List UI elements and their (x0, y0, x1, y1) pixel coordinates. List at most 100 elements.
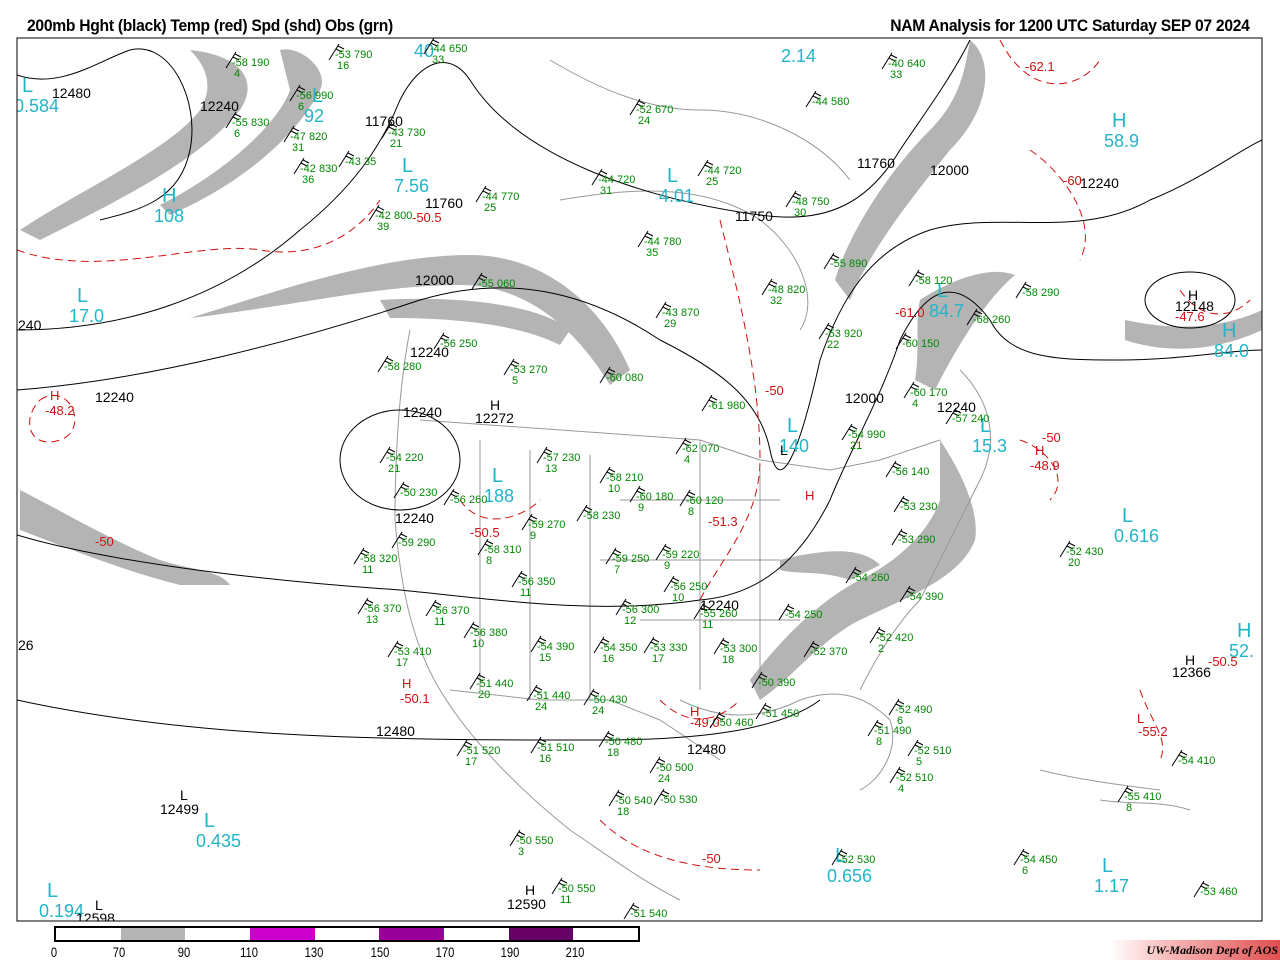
pressure-center-letter: H (1222, 320, 1236, 342)
legend-tick: 70 (112, 944, 126, 960)
station-obs-value: -60 150 (902, 338, 939, 350)
station-obs-dewpoint: 33 (432, 54, 444, 66)
pressure-center-value: 188 (484, 486, 514, 506)
legend-bin (444, 928, 509, 940)
legend-tick: 90 (177, 944, 191, 960)
station-obs-value: -55 890 (830, 258, 867, 270)
height-center-letter: L (180, 787, 188, 803)
height-label: 11760 (425, 195, 463, 211)
pressure-center-letter: L (492, 465, 503, 487)
pressure-center-value: 84.0 (1214, 341, 1249, 361)
height-label: 12480 (376, 723, 415, 739)
station-obs-value: -56 260 (450, 494, 487, 506)
station-obs-dewpoint: 8 (688, 506, 694, 518)
station-obs-dewpoint: 11 (520, 587, 531, 599)
legend-bin (56, 928, 121, 940)
station-obs-dewpoint: 21 (388, 463, 400, 475)
pressure-center-value: 92 (304, 106, 324, 126)
station-obs-dewpoint: 35 (646, 247, 658, 259)
temperature-center-letter: H (402, 676, 411, 691)
temperature-label: -50.1 (400, 691, 430, 706)
temperature-label: -55.2 (1138, 724, 1168, 739)
station-obs-dewpoint: 3 (518, 846, 524, 858)
legend-bin (573, 928, 639, 940)
pressure-center-letter: L (1122, 505, 1133, 527)
pressure-center-letter: L (787, 415, 798, 437)
height-center-letter: L (780, 442, 788, 458)
coastline (1039, 769, 1191, 811)
height-label: 12240 (95, 389, 134, 405)
pressure-center-value: 17.0 (69, 306, 104, 326)
pressure-center-value: 84.7 (929, 301, 964, 321)
station-obs-dewpoint: 12 (624, 615, 636, 627)
station-obs-dewpoint: 24 (658, 773, 670, 785)
station-obs-dewpoint: 8 (486, 555, 492, 567)
legend-bin (120, 928, 186, 940)
height-label: 12240 (200, 98, 239, 114)
station-obs-dewpoint: 16 (337, 60, 349, 72)
height-label: 11760 (857, 155, 895, 171)
temperature-label: -47.6 (1175, 309, 1205, 324)
station-obs-dewpoint: 4 (234, 68, 240, 80)
station-obs-dewpoint: 2 (878, 643, 884, 655)
height-label: 26 (18, 637, 34, 653)
station-obs-dewpoint: 9 (638, 502, 644, 514)
pressure-center-value: 1.17 (1094, 876, 1129, 896)
station-obs-dewpoint: 6 (298, 101, 304, 113)
temperature-label: -60 (1063, 173, 1082, 188)
height-label: 12499 (160, 801, 199, 817)
legend-tick: 210 (565, 944, 585, 960)
station-obs-dewpoint: 20 (478, 689, 490, 701)
station-obs-dewpoint: 11 (560, 894, 571, 906)
station-obs-dewpoint: 17 (396, 657, 408, 669)
station-obs-dewpoint: 11 (702, 619, 713, 631)
temperature-label: -50.5 (470, 525, 500, 540)
height-label: 12000 (930, 162, 969, 178)
pressure-center-value: 58.9 (1104, 131, 1139, 151)
station-obs-dewpoint: 15 (539, 652, 551, 664)
height-label: 12480 (687, 741, 726, 757)
station-obs-value: -54 410 (1178, 755, 1215, 767)
pressure-center-value: 7.56 (394, 176, 429, 196)
legend-tick: 130 (305, 944, 324, 960)
legend-tick: 150 (370, 944, 389, 960)
station-obs-dewpoint: 24 (638, 115, 650, 127)
station-obs-dewpoint: 16 (539, 753, 551, 765)
station-obs-value: -54 390 (906, 591, 943, 603)
height-label: 12240 (403, 404, 442, 420)
height-label: 12240 (1080, 175, 1119, 191)
temperature-center-letter: L (1137, 711, 1144, 726)
pressure-center-value: 108 (154, 206, 184, 226)
station-obs-dewpoint: 31 (292, 142, 304, 154)
station-obs-dewpoint: 21 (390, 138, 402, 150)
pressure-center-letter: L (422, 20, 433, 42)
station-obs-dewpoint: 7 (614, 564, 620, 576)
pressure-center-letter: L (204, 810, 215, 832)
pressure-center-letter: H (162, 185, 176, 207)
height-label: 12240 (395, 510, 434, 526)
legend-bin (314, 928, 380, 940)
station-obs-value: -54 250 (785, 609, 822, 621)
station-obs-value: -61 980 (708, 400, 745, 412)
station-obs-dewpoint: 18 (617, 806, 629, 818)
station-obs-value: -56 140 (892, 466, 929, 478)
station-obs-value: -57 240 (952, 413, 989, 425)
station-obs-dewpoint: 36 (302, 174, 314, 186)
pressure-center-letter: H (1237, 620, 1251, 642)
height-center-letter: H (525, 882, 535, 898)
station-obs-dewpoint: 10 (672, 592, 684, 604)
station-obs-value: -44 580 (812, 96, 849, 108)
temperature-label: -50 (765, 383, 784, 398)
station-obs-dewpoint: 17 (465, 756, 477, 768)
station-obs-dewpoint: 33 (890, 69, 902, 81)
pressure-center-letter: L (667, 165, 678, 187)
height-label: 11750 (735, 208, 773, 224)
weather-map: L0.584H108L17.0L7.56L40 2.14L4.01H58.9L84… (16, 20, 1263, 922)
pressure-center-letter: L (22, 75, 33, 97)
station-obs-value: -59 290 (398, 537, 435, 549)
station-obs-dewpoint: 31 (600, 185, 612, 197)
station-obs-dewpoint: 4 (912, 398, 918, 410)
height-center-letter: L (95, 897, 103, 913)
height-label: 12000 (415, 272, 454, 288)
station-obs-value: -68 260 (973, 314, 1010, 326)
